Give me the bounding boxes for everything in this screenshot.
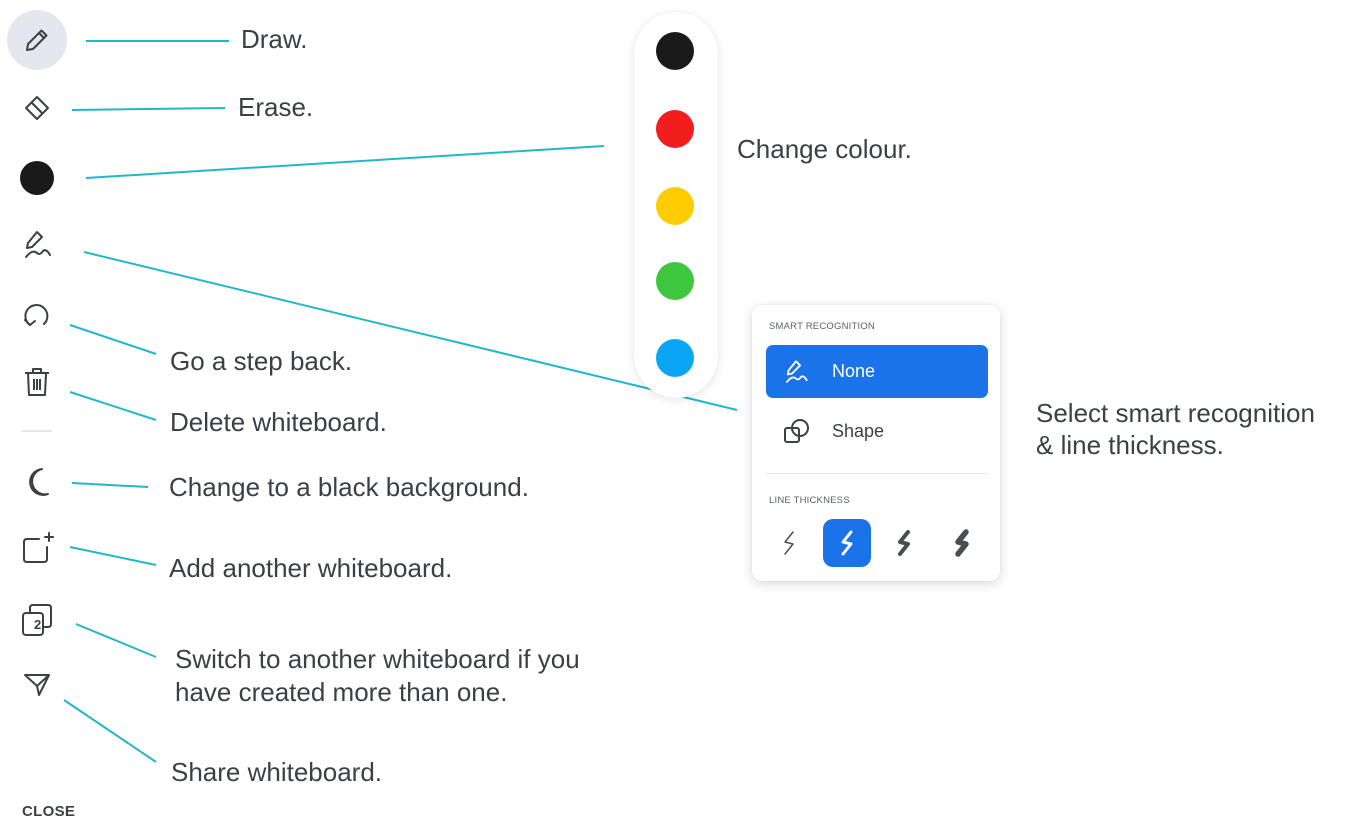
recognition-option-shape-label: Shape — [832, 421, 885, 441]
add-whiteboard-button[interactable] — [12, 523, 62, 573]
swatch-yellow[interactable] — [656, 187, 694, 225]
callout-draw: Draw. — [241, 24, 308, 54]
callout-step-back: Go a step back. — [170, 346, 353, 376]
leader-step-back — [69, 324, 157, 355]
smart-recognition-popup: SMART RECOGNITION None Shape LINE THICKN… — [752, 305, 1000, 581]
thickness-level-3-button[interactable] — [880, 519, 928, 567]
line-thickness-title: LINE THICKNESS — [769, 495, 850, 506]
callout-delete: Delete whiteboard. — [170, 407, 387, 437]
thickness-level-4-button[interactable] — [938, 519, 986, 567]
recognition-option-shape[interactable]: Shape — [766, 405, 988, 458]
swatch-green[interactable] — [656, 262, 694, 300]
undo-button[interactable] — [12, 290, 62, 340]
dark-background-button[interactable] — [12, 457, 62, 507]
leader-share — [63, 699, 157, 763]
callout-smart-line2: & line thickness. — [1036, 430, 1224, 460]
callout-share: Share whiteboard. — [171, 757, 383, 787]
colour-palette — [634, 12, 718, 398]
callout-black-bg: Change to a black background. — [169, 472, 529, 502]
color-dot-icon — [20, 161, 54, 195]
delete-whiteboard-button[interactable] — [12, 357, 62, 407]
eraser-icon — [25, 96, 49, 120]
pen-scribble-icon — [782, 358, 812, 386]
leader-erase — [71, 107, 226, 111]
callout-add: Add another whiteboard. — [169, 553, 453, 583]
squiggle-medium-icon — [841, 530, 853, 556]
draw-tool-button[interactable] — [7, 10, 67, 70]
callout-erase: Erase. — [238, 92, 314, 122]
shapes-icon — [782, 417, 812, 447]
switch-whiteboard-button[interactable]: 2 — [12, 595, 62, 645]
switch-board-badge: 2 — [34, 617, 42, 632]
thickness-level-1-button[interactable] — [765, 519, 813, 567]
smart-pen-tool-button[interactable] — [12, 220, 62, 270]
callout-smart-line1: Select smart recognition — [1036, 398, 1315, 428]
moon-icon — [29, 468, 49, 496]
share-whiteboard-button[interactable] — [12, 660, 62, 710]
leader-black-bg — [71, 482, 149, 488]
swatch-blue[interactable] — [656, 339, 694, 377]
leader-add — [69, 546, 157, 566]
erase-tool-button[interactable] — [12, 83, 62, 133]
pen-scribble-icon — [25, 231, 51, 258]
undo-icon — [24, 304, 49, 326]
leader-switch — [75, 623, 157, 658]
leader-colour — [85, 145, 605, 179]
popup-divider — [766, 473, 988, 474]
swatch-black[interactable] — [656, 32, 694, 70]
smart-recognition-title: SMART RECOGNITION — [769, 321, 875, 332]
trash-icon — [25, 368, 49, 396]
thickness-level-2-button[interactable] — [823, 519, 871, 567]
recognition-option-none[interactable]: None — [766, 345, 988, 398]
leader-delete — [69, 391, 157, 421]
swatch-red[interactable] — [656, 110, 694, 148]
callout-colour: Change colour. — [737, 134, 912, 164]
share-icon — [24, 674, 50, 696]
pencil-icon — [26, 29, 48, 51]
close-button[interactable]: CLOSE — [22, 803, 75, 820]
callout-switch-line1: Switch to another whiteboard if you — [175, 644, 580, 674]
callout-switch-line2: have created more than one. — [175, 677, 508, 707]
squiggle-thin-icon — [784, 531, 794, 555]
squiggle-thick-icon — [898, 530, 910, 556]
colour-tool-button[interactable] — [12, 153, 62, 203]
add-board-icon — [23, 532, 54, 563]
recognition-option-none-label: None — [832, 361, 876, 381]
toolbar-divider — [22, 430, 52, 432]
whiteboard-help-overlay: 2 CLOSE Draw. Erase. Change colour. Sele… — [0, 0, 1367, 822]
squiggle-thickest-icon — [955, 529, 969, 557]
